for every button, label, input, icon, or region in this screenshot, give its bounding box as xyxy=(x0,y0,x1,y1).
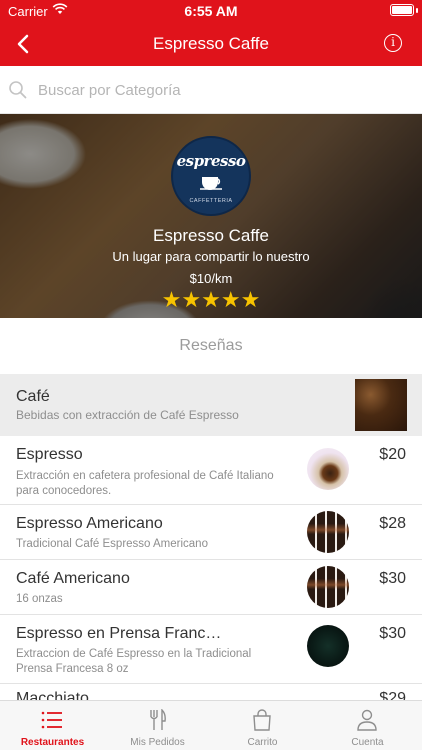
logo-subtitle: CAFFETTERIA xyxy=(189,198,233,204)
item-image-shading xyxy=(307,566,349,608)
item-price: $30 xyxy=(379,570,406,587)
restaurant-name: Espresso Caffe xyxy=(153,226,269,245)
item-image xyxy=(307,625,349,667)
item-name: Espresso en Prensa Franc… xyxy=(16,625,222,642)
item-price: $30 xyxy=(379,625,406,642)
tab-label: Cuenta xyxy=(351,737,384,748)
status-time: 6:55 AM xyxy=(184,3,238,19)
item-price: $20 xyxy=(379,446,406,463)
search-bar xyxy=(0,66,422,114)
item-image xyxy=(307,511,349,553)
item-name: Café Americano xyxy=(16,570,130,587)
tab-label: Restaurantes xyxy=(20,737,85,748)
category-row[interactable]: Café Bebidas con extracción de Café Espr… xyxy=(0,374,422,436)
item-image-shading xyxy=(307,511,349,553)
item-description: Extraccion de Café Espresso en la Tradic… xyxy=(16,648,252,675)
menu-item-espresso[interactable]: Espresso Extracción en cafetera profesio… xyxy=(0,436,422,505)
restaurant-banner: espresso CAFFETTERIA Espresso Caffe Un l… xyxy=(0,114,422,318)
item-description: Tradicional Café Espresso Americano xyxy=(16,538,208,550)
status-bar: Carrier 6:55 AM xyxy=(0,0,422,22)
logo-wordmark: espresso xyxy=(176,152,246,170)
item-description: 16 onzas xyxy=(16,593,63,605)
menu-item-prensa-francesa[interactable]: Espresso en Prensa Franc… Extraccion de … xyxy=(0,615,422,684)
category-description: Bebidas con extracción de Café Espresso xyxy=(16,408,239,422)
tab-restaurantes[interactable]: Restaurantes xyxy=(0,701,105,750)
tab-label: Carrito xyxy=(247,737,278,748)
item-name: Espresso xyxy=(16,446,83,463)
star-icon: ★ xyxy=(181,287,202,312)
tab-bar: Restaurantes Mis Pedidos Carrito Cuenta xyxy=(0,700,422,750)
item-description: Extracción en cafetera profesional de Ca… xyxy=(16,470,274,497)
page-title: Espresso Caffe xyxy=(153,34,269,53)
tab-mis-pedidos[interactable]: Mis Pedidos xyxy=(105,701,210,750)
tab-carrito[interactable]: Carrito xyxy=(210,701,315,750)
info-button[interactable]: i xyxy=(384,34,402,52)
search-input[interactable] xyxy=(38,78,408,102)
star-icon: ★ xyxy=(161,287,182,312)
restaurant-tagline: Un lugar para compartir lo nuestro xyxy=(112,249,310,264)
item-price: $28 xyxy=(379,515,406,532)
star-icon: ★ xyxy=(240,287,261,312)
star-icon: ★ xyxy=(201,287,221,312)
item-image xyxy=(307,566,349,608)
app-header: Carrier 6:55 AM Espresso Caffe i xyxy=(0,0,422,66)
menu-item-cafe-americano[interactable]: Café Americano 16 onzas $30 xyxy=(0,560,422,615)
item-name: Espresso Americano xyxy=(16,515,163,532)
list-icon xyxy=(41,711,62,729)
item-image xyxy=(307,448,349,490)
battery-tip xyxy=(416,8,418,13)
tab-cuenta[interactable]: Cuenta xyxy=(315,701,420,750)
category-image xyxy=(355,379,407,431)
reviews-button[interactable]: Reseñas xyxy=(0,318,422,374)
star-icon: ★ xyxy=(220,287,241,312)
navigation-bar: Espresso Caffe i xyxy=(0,22,422,66)
restaurant-logo: espresso CAFFETTERIA xyxy=(171,136,251,216)
tab-label: Mis Pedidos xyxy=(130,737,185,748)
rating-stars: ★★★★★ xyxy=(0,287,422,313)
delivery-price: $10/km xyxy=(189,271,233,286)
person-icon xyxy=(357,709,377,731)
menu-item-espresso-americano[interactable]: Espresso Americano Tradicional Café Espr… xyxy=(0,505,422,560)
coffee-cup-icon xyxy=(200,177,222,190)
bag-icon xyxy=(253,709,271,731)
cutlery-icon xyxy=(150,709,166,730)
battery-icon xyxy=(390,4,414,16)
category-name: Café xyxy=(16,388,50,405)
search-icon xyxy=(9,81,27,99)
